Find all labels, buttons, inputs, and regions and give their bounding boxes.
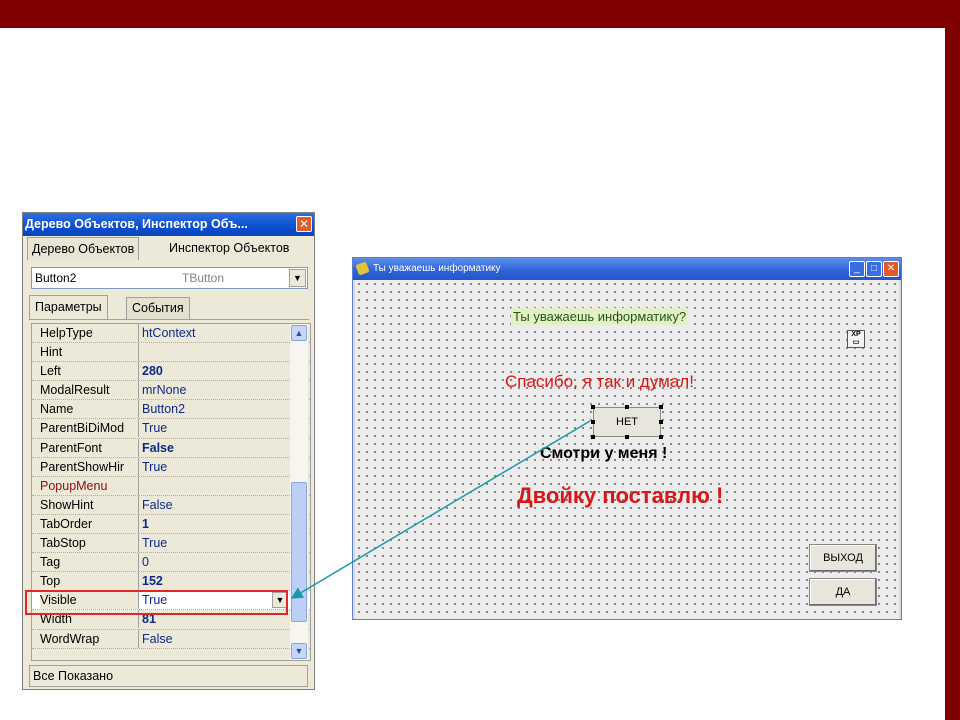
property-row-parentfont[interactable]: ParentFont False xyxy=(32,438,310,458)
property-row-showhint[interactable]: ShowHint False xyxy=(32,495,310,515)
scroll-up-icon[interactable]: ▲ xyxy=(291,325,307,341)
yes-button[interactable]: ДА xyxy=(809,578,877,606)
minimize-icon[interactable]: _ xyxy=(849,261,865,277)
property-value[interactable]: True xyxy=(142,534,167,552)
property-name: Name xyxy=(40,400,139,419)
property-row-taborder[interactable]: TabOrder 1 xyxy=(32,514,310,535)
property-name: Tag xyxy=(40,553,139,572)
property-name: WordWrap xyxy=(40,629,139,648)
property-row-parentbidimod[interactable]: ParentBiDiMod True xyxy=(32,419,310,439)
label-thanks: Спасибо, я так и думал! xyxy=(505,372,694,391)
form-title: Ты уважаешь информатику xyxy=(353,258,901,280)
property-name: Left xyxy=(40,362,139,381)
form-window: Ты уважаешь информатику _ □ ✕ Ты уважаеш… xyxy=(352,257,902,620)
property-value[interactable]: 1 xyxy=(142,515,149,533)
property-scrollbar[interactable]: ▲ ▼ xyxy=(290,324,308,660)
no-button[interactable]: НЕТ xyxy=(593,407,661,437)
property-row-left[interactable]: Left 280 xyxy=(32,362,310,382)
status-bar: Все Показано xyxy=(29,665,308,687)
close-icon[interactable]: ✕ xyxy=(296,216,312,232)
selection-handle[interactable] xyxy=(659,420,663,424)
label-grade: Двойку поставлю ! xyxy=(517,483,724,508)
property-value[interactable]: 280 xyxy=(142,362,163,380)
property-name: TabOrder xyxy=(40,514,139,533)
selection-handle[interactable] xyxy=(659,405,663,409)
property-name: PopupMenu xyxy=(40,476,139,495)
scroll-down-icon[interactable]: ▼ xyxy=(291,643,307,659)
property-row-name[interactable]: Name Button2 xyxy=(32,400,310,420)
tab-object-inspector[interactable]: Инспектор Объектов xyxy=(165,237,294,259)
property-value[interactable]: True xyxy=(142,458,167,476)
chevron-down-icon[interactable]: ▼ xyxy=(289,269,306,287)
property-name: ModalResult xyxy=(40,381,139,400)
exit-button[interactable]: ВЫХОД xyxy=(809,544,877,572)
form-design-surface[interactable]: Ты уважаешь информатику? XP ▭ Спасибо, я … xyxy=(355,280,899,619)
right-border-bar xyxy=(945,28,960,720)
top-banner xyxy=(0,0,960,28)
property-value[interactable]: False xyxy=(142,496,173,514)
selection-handle[interactable] xyxy=(625,435,629,439)
selection-handle[interactable] xyxy=(625,405,629,409)
property-value[interactable]: htContext xyxy=(142,324,196,342)
property-name: ParentShowHir xyxy=(40,457,139,476)
property-row-wordwrap[interactable]: WordWrap False xyxy=(32,629,310,649)
property-row-tag[interactable]: Tag 0 xyxy=(32,553,310,573)
property-tabs: Параметры События xyxy=(29,295,309,320)
property-name: ShowHint xyxy=(40,495,139,514)
property-row-top[interactable]: Top 152 xyxy=(32,572,310,592)
property-value[interactable]: True xyxy=(142,419,167,437)
label-watch: Смотри у меня ! xyxy=(540,445,668,462)
property-value[interactable]: Button2 xyxy=(142,400,185,418)
property-row-modalresult[interactable]: ModalResult mrNone xyxy=(32,381,310,401)
property-name: ParentBiDiMod xyxy=(40,419,139,438)
close-icon[interactable]: ✕ xyxy=(883,261,899,277)
property-row-helptype[interactable]: HelpType htContext xyxy=(32,324,310,344)
tab-properties[interactable]: Параметры xyxy=(29,295,108,319)
property-row-popupmenu[interactable]: PopupMenu xyxy=(32,476,310,496)
scrollbar-thumb[interactable] xyxy=(291,482,307,622)
tab-events[interactable]: События xyxy=(126,297,190,319)
xp-manifest-icon[interactable]: XP ▭ xyxy=(847,330,865,348)
property-value[interactable]: mrNone xyxy=(142,381,186,399)
highlight-box-visible xyxy=(25,590,288,615)
property-row-tabstop[interactable]: TabStop True xyxy=(32,534,310,554)
tab-object-tree[interactable]: Дерево Объектов xyxy=(27,237,140,260)
component-type: TButton xyxy=(182,271,225,285)
selection-handle[interactable] xyxy=(591,420,595,424)
property-value[interactable]: False xyxy=(142,439,174,457)
property-value[interactable]: 0 xyxy=(142,553,149,571)
selection-handle[interactable] xyxy=(659,435,663,439)
label-question: Ты уважаешь информатику? xyxy=(511,308,689,325)
property-name: Top xyxy=(40,572,139,591)
property-row-parentshowhir[interactable]: ParentShowHir True xyxy=(32,457,310,477)
selection-handle[interactable] xyxy=(591,405,595,409)
selection-handle[interactable] xyxy=(591,435,595,439)
object-inspector-title: Дерево Объектов, Инспектор Объ... xyxy=(23,213,314,236)
property-row-hint[interactable]: Hint xyxy=(32,343,310,363)
component-selector[interactable]: Button2 TButton ▼ xyxy=(31,267,308,289)
property-name: TabStop xyxy=(40,534,139,553)
object-inspector-window: Дерево Объектов, Инспектор Объ... ✕ Дере… xyxy=(22,212,315,690)
component-name: Button2 xyxy=(35,271,77,285)
property-value[interactable]: False xyxy=(142,630,173,648)
property-name: ParentFont xyxy=(40,438,139,457)
property-name: Hint xyxy=(40,343,139,362)
property-value[interactable]: 152 xyxy=(142,572,163,590)
property-name: HelpType xyxy=(40,324,139,342)
maximize-icon[interactable]: □ xyxy=(866,261,882,277)
